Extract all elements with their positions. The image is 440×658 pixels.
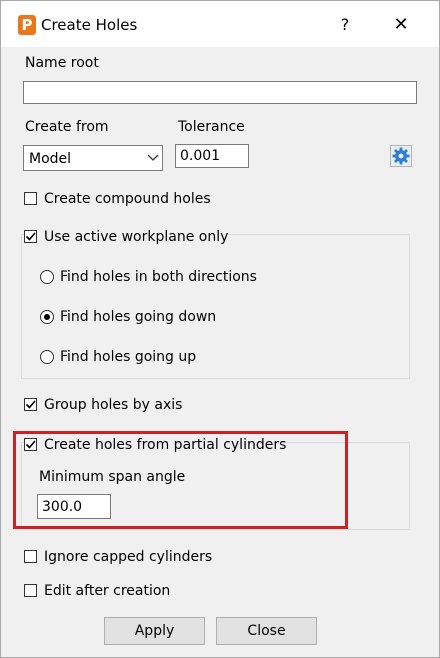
dialog-title: Create Holes — [41, 16, 138, 34]
red-highlight-box — [13, 431, 348, 529]
app-logo-icon: P — [18, 15, 36, 35]
radio-label: Find holes going down — [60, 309, 217, 325]
use-active-workplane-label: Use active workplane only — [44, 229, 229, 245]
edit-after-creation-label: Edit after creation — [44, 583, 171, 599]
radio-button[interactable] — [40, 270, 54, 284]
create-from-label: Create from — [25, 119, 109, 135]
create-holes-dialog: P Create Holes ? ✕ Name root Create from… — [0, 0, 440, 658]
radio-selected-dot — [44, 314, 50, 320]
checkbox-box[interactable] — [24, 550, 37, 563]
checkbox-box[interactable] — [24, 230, 37, 243]
use-active-workplane-checkbox[interactable]: Use active workplane only — [24, 228, 228, 248]
settings-button[interactable] — [390, 145, 412, 167]
close-window-icon[interactable]: ✕ — [389, 13, 413, 37]
chevron-down-icon — [147, 154, 159, 161]
tolerance-label: Tolerance — [178, 119, 245, 135]
ignore-capped-label: Ignore capped cylinders — [44, 549, 213, 565]
radio-label: Find holes in both directions — [60, 269, 257, 285]
tolerance-input[interactable] — [175, 144, 249, 168]
radio-label: Find holes going up — [60, 349, 197, 365]
create-from-selected: Model — [29, 151, 72, 167]
check-icon — [25, 400, 36, 409]
close-button[interactable]: Close — [216, 617, 317, 645]
check-icon — [25, 232, 36, 241]
checkbox-box[interactable] — [24, 584, 37, 597]
create-from-dropdown[interactable]: Model — [23, 145, 163, 171]
radio-button[interactable] — [40, 350, 54, 364]
apply-button[interactable]: Apply — [104, 617, 205, 645]
radio-button[interactable] — [40, 310, 54, 324]
compound-holes-label: Create compound holes — [44, 191, 211, 207]
checkbox-box[interactable] — [24, 398, 37, 411]
name-root-input[interactable] — [23, 81, 417, 104]
title-bar: P Create Holes ? ✕ — [1, 1, 439, 47]
help-button[interactable]: ? — [333, 13, 357, 37]
name-root-label: Name root — [25, 55, 99, 71]
gear-icon — [392, 147, 410, 165]
group-by-axis-label: Group holes by axis — [44, 397, 183, 413]
checkbox-box[interactable] — [24, 192, 37, 205]
